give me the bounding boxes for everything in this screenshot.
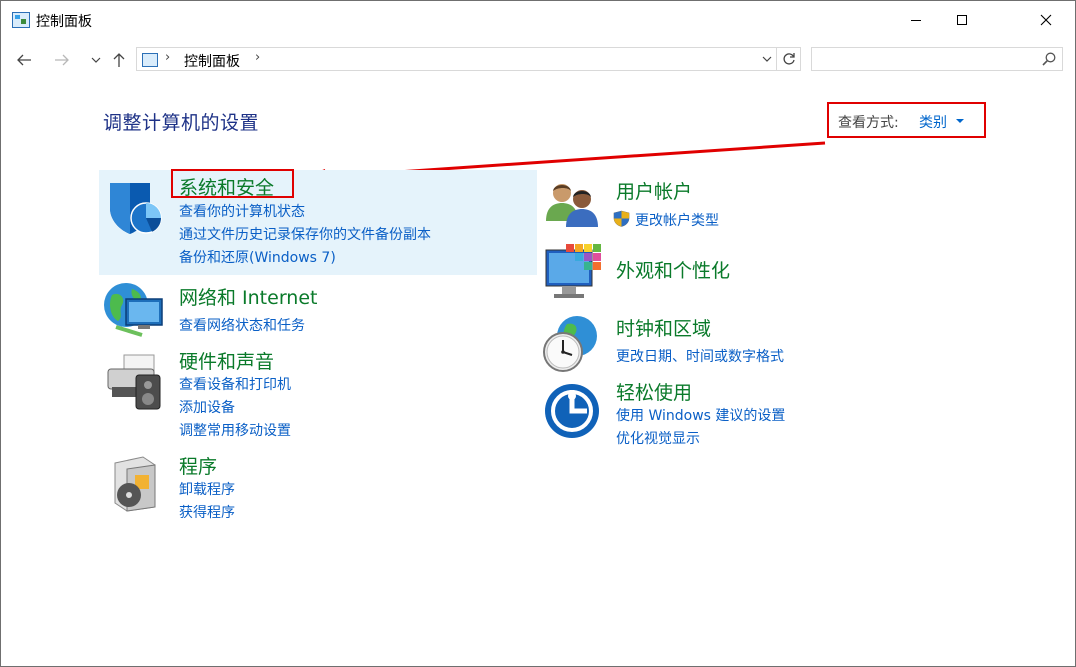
- control-panel-window: 控制面板 › 控制面板 › 调整计算机的设置 查看方式: 类别 系统和安全 查看…: [0, 0, 1076, 667]
- link-view-network-status[interactable]: 查看网络状态和任务: [179, 315, 305, 335]
- shield-icon: [110, 183, 162, 234]
- printer-speaker-icon: [107, 354, 161, 410]
- programs-icon: [114, 456, 156, 512]
- category-title-appearance[interactable]: 外观和个性化: [616, 256, 730, 283]
- link-windows-recommended-settings[interactable]: 使用 Windows 建议的设置: [616, 405, 785, 425]
- category-title-programs[interactable]: 程序: [179, 452, 217, 479]
- appearance-monitor-icon: [545, 244, 601, 298]
- network-globe-icon: [104, 283, 163, 337]
- link-change-date-time-format[interactable]: 更改日期、时间或数字格式: [616, 346, 784, 366]
- link-backup-restore[interactable]: 备份和还原(Windows 7): [179, 247, 336, 267]
- category-title-ease-of-access[interactable]: 轻松使用: [616, 378, 692, 405]
- category-title-network[interactable]: 网络和 Internet: [179, 283, 317, 310]
- category-title-system-security[interactable]: 系统和安全: [179, 173, 274, 200]
- link-optimize-visual-display[interactable]: 优化视觉显示: [616, 428, 700, 448]
- link-get-programs[interactable]: 获得程序: [179, 502, 235, 522]
- link-view-computer-status[interactable]: 查看你的计算机状态: [179, 201, 305, 221]
- ease-of-access-icon: [545, 384, 599, 438]
- category-title-hardware[interactable]: 硬件和声音: [179, 347, 274, 374]
- category-title-user-accounts[interactable]: 用户帐户: [616, 177, 692, 204]
- uac-shield-icon: [613, 210, 630, 227]
- user-accounts-icon: [546, 184, 598, 227]
- link-mobility-settings[interactable]: 调整常用移动设置: [179, 420, 291, 440]
- link-devices-printers[interactable]: 查看设备和打印机: [179, 374, 291, 394]
- link-uninstall-program[interactable]: 卸载程序: [179, 479, 235, 499]
- category-title-clock-region[interactable]: 时钟和区域: [616, 314, 711, 341]
- link-change-account-type[interactable]: 更改帐户类型: [635, 210, 719, 230]
- clock-globe-icon: [543, 316, 597, 372]
- link-file-history-backup[interactable]: 通过文件历史记录保存你的文件备份副本: [179, 224, 431, 244]
- link-add-device[interactable]: 添加设备: [179, 397, 235, 417]
